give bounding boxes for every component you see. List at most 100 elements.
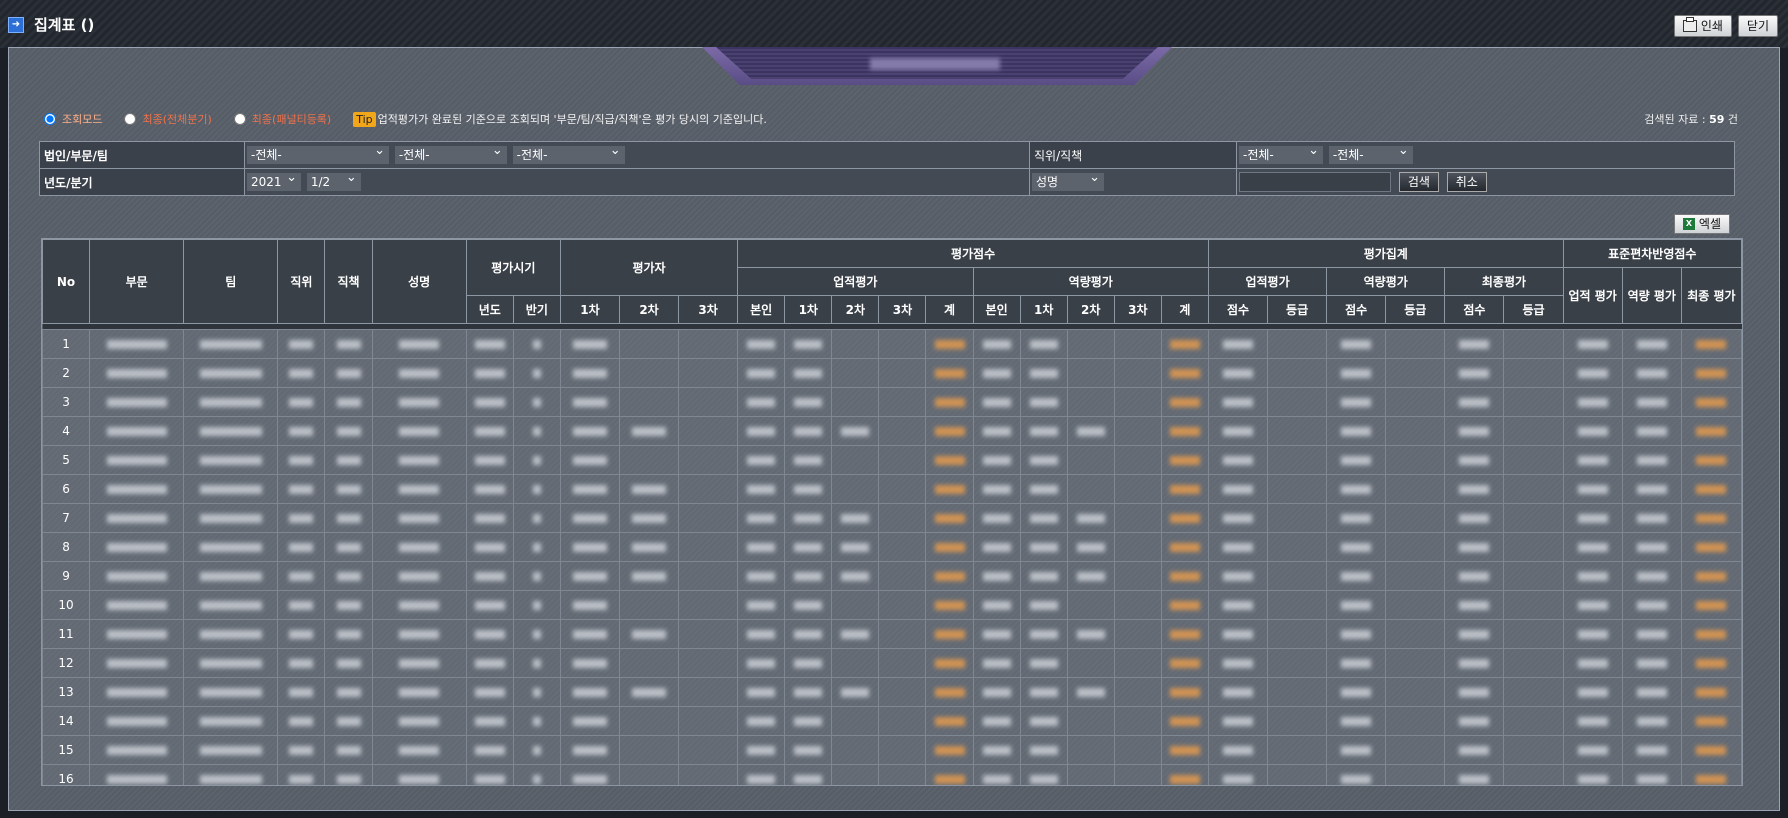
data-cell (618, 474, 680, 504)
data-cell (1326, 358, 1387, 388)
table-row[interactable]: 11 (42, 619, 1742, 649)
cancel-button[interactable]: 취소 (1446, 172, 1487, 192)
redacted-value (982, 514, 1011, 523)
data-cell (1562, 764, 1623, 785)
data-cell (277, 706, 326, 736)
rank-select[interactable]: -전체- (1239, 142, 1323, 164)
corp-select[interactable]: -전체- (247, 142, 389, 164)
table-row[interactable]: 4 (42, 416, 1742, 446)
data-cell (1385, 503, 1446, 533)
redacted-value (1169, 717, 1200, 726)
data-cell (925, 503, 974, 533)
data-cell (1019, 358, 1068, 388)
table-row[interactable]: 3 (42, 387, 1742, 417)
data-cell (512, 329, 561, 359)
table-row[interactable]: 10 (42, 590, 1742, 620)
table-row[interactable]: 9 (42, 561, 1742, 591)
data-cell (831, 561, 880, 591)
redacted-value (1076, 427, 1105, 436)
data-cell (1562, 358, 1623, 388)
dept-select[interactable]: -전체- (394, 142, 507, 164)
table-row[interactable]: 6 (42, 474, 1742, 504)
redacted-value (199, 514, 262, 523)
redacted-value (982, 601, 1011, 610)
table-row[interactable]: 2 (42, 358, 1742, 388)
data-cell (1207, 648, 1269, 678)
table-row[interactable]: 7 (42, 503, 1742, 533)
data-cell (1562, 619, 1623, 649)
print-button[interactable]: 인쇄 (1673, 15, 1732, 37)
redacted-value (1029, 601, 1058, 610)
data-cell (559, 532, 620, 562)
redacted-value (1696, 659, 1727, 668)
redacted-value (399, 485, 440, 494)
redacted-value (1696, 572, 1727, 581)
radio-final-penalty[interactable]: 최종(패널티등록) (233, 111, 331, 127)
data-cell (972, 735, 1021, 765)
redacted-value (532, 543, 541, 552)
redacted-value (982, 340, 1011, 349)
data-cell (324, 329, 373, 359)
redacted-value (1029, 630, 1058, 639)
table-row[interactable]: 15 (42, 735, 1742, 765)
col-comp-3: 3차 (1113, 295, 1162, 324)
data-cell (1562, 329, 1623, 359)
redacted-value (532, 369, 541, 378)
duty-select[interactable]: -전체- (1328, 142, 1413, 164)
search-input[interactable] (1239, 172, 1391, 192)
data-cell (1207, 329, 1269, 359)
year-select[interactable]: 2021 (247, 169, 301, 191)
table-row[interactable]: 13 (42, 677, 1742, 707)
table-row[interactable]: 5 (42, 445, 1742, 475)
search-button[interactable]: 검색 (1398, 172, 1439, 192)
data-cell (1562, 532, 1623, 562)
redacted-value (532, 746, 541, 755)
radio-final-all[interactable]: 최종(전체분기) (124, 111, 212, 127)
redacted-value (1577, 456, 1608, 465)
data-cell (559, 706, 620, 736)
data-cell (324, 532, 373, 562)
data-cell (465, 416, 514, 446)
table-row[interactable]: 16 (42, 764, 1742, 785)
data-cell (925, 561, 974, 591)
redacted-value (1223, 717, 1253, 726)
radio-view-mode[interactable]: 조회모드 (44, 111, 102, 127)
data-cell (1503, 445, 1564, 475)
data-cell (324, 590, 373, 620)
data-cell (1207, 416, 1269, 446)
redacted-value (982, 456, 1011, 465)
data-cell (925, 358, 974, 388)
redacted-value (934, 427, 965, 436)
data-cell (1113, 619, 1162, 649)
team-select[interactable]: -전체- (512, 142, 625, 164)
data-cell (1113, 590, 1162, 620)
search-type-select[interactable]: 성명 (1032, 169, 1104, 191)
redacted-value (794, 427, 823, 436)
radio-final-penalty-input[interactable] (233, 113, 246, 125)
data-cell (1385, 619, 1446, 649)
table-row[interactable]: 14 (42, 706, 1742, 736)
redacted-value (532, 398, 541, 407)
data-cell (512, 764, 561, 785)
data-cell (89, 706, 185, 736)
redacted-value (934, 717, 965, 726)
data-cell (831, 735, 880, 765)
data-cell (737, 648, 786, 678)
table-row[interactable]: 12 (42, 648, 1742, 678)
table-row[interactable]: 8 (42, 532, 1742, 562)
redacted-value (336, 427, 361, 436)
redacted-value (106, 775, 167, 784)
radio-final-all-input[interactable] (124, 113, 137, 125)
row-number: 14 (42, 706, 91, 736)
close-button[interactable]: 닫기 (1737, 15, 1778, 37)
redacted-value (747, 485, 776, 494)
data-cell (1066, 706, 1115, 736)
redacted-value (572, 369, 607, 378)
excel-button[interactable]: X 엑셀 (1673, 214, 1730, 234)
data-cell (559, 590, 620, 620)
redacted-value (106, 398, 167, 407)
data-cell (89, 735, 185, 765)
radio-view-mode-input[interactable] (44, 113, 56, 125)
table-row[interactable]: 1 (42, 329, 1742, 359)
half-select[interactable]: 1/2 (306, 169, 361, 191)
